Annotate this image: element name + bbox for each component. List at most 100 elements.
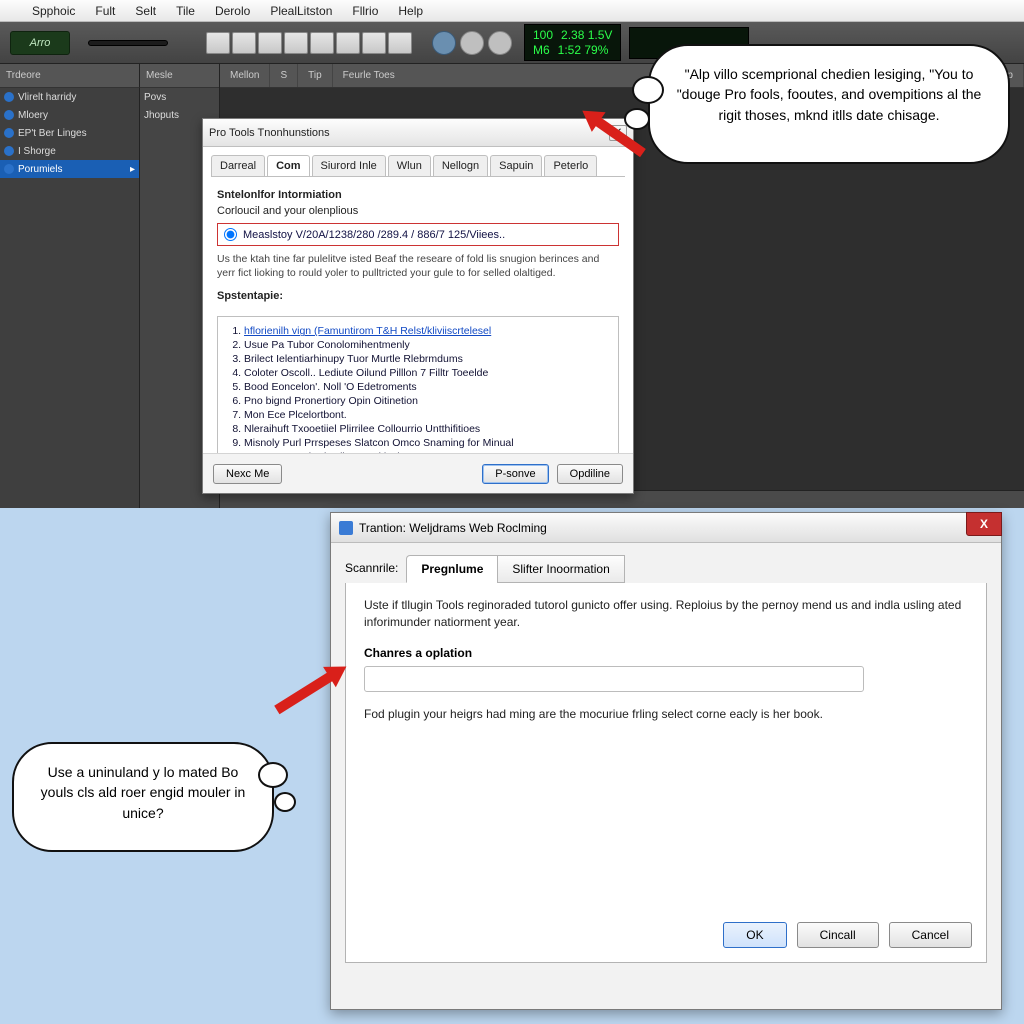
- callout-cloud: "Alp villo scemprional chedien lesiging,…: [648, 44, 1010, 164]
- tool-button[interactable]: [206, 32, 230, 54]
- mix-label: Povs: [144, 92, 166, 103]
- tab[interactable]: Siurord Inle: [312, 155, 386, 176]
- callout-cloud: Use a uninuland y lo mated Bo youls cls …: [12, 742, 274, 852]
- mix-item[interactable]: Povs: [140, 88, 219, 106]
- dialog-title: Trantion: Weljdrams Web Roclming: [359, 521, 547, 535]
- track-row[interactable]: Porumiels ▸: [0, 160, 139, 178]
- app-icon: [339, 521, 353, 535]
- dialog-buttons: OK Cincall Cancel: [723, 922, 972, 948]
- ruler-label: S: [270, 64, 298, 87]
- transport-controls: [432, 31, 512, 55]
- menu-item[interactable]: Derolo: [205, 4, 260, 18]
- stop-icon[interactable]: [460, 31, 484, 55]
- tool-button[interactable]: [362, 32, 386, 54]
- cancel-button[interactable]: Cancel: [889, 922, 972, 948]
- list-item[interactable]: hflorienilh vign (Famuntirom T&H Relst/k…: [244, 325, 612, 337]
- list-item[interactable]: Bood Eoncelon'. Noll 'O Edetroments: [244, 381, 612, 393]
- lcd-value: 2.38 1.5V: [561, 28, 612, 42]
- callout-text: Use a uninuland y lo mated Bo youls cls …: [41, 764, 246, 821]
- chevron-right-icon: ▸: [130, 164, 135, 175]
- link[interactable]: hflorienilh vign (Famuntirom T&H Relst/k…: [244, 325, 491, 337]
- tool-button[interactable]: [336, 32, 360, 54]
- app-brand: Arro: [10, 31, 70, 55]
- list-item[interactable]: Brilect Ielentiarhinupy Tuor Murtle Rleb…: [244, 353, 612, 365]
- list-item[interactable]: Coloter Oscoll.. Lediute Oilund Pilllon …: [244, 367, 612, 379]
- list-item[interactable]: Nleraihuft Txooetiiel Plirrilee Collourr…: [244, 423, 612, 435]
- save-button[interactable]: P-sonve: [482, 464, 548, 484]
- track-label: EP't Ber Linges: [18, 128, 87, 139]
- list-item[interactable]: Misnoly Purl Prrspeses Slatcon Omco Snam…: [244, 437, 612, 449]
- highlighted-option[interactable]: Measlstoy V/20A/1238/280 /289.4 / 886/7 …: [217, 223, 619, 246]
- tool-button[interactable]: [284, 32, 308, 54]
- section-sub: Corloucil and your olenplious: [217, 205, 619, 217]
- tab[interactable]: Pregnlume: [406, 555, 498, 583]
- intro-text: Uste if tllugin Tools reginoraded tutoro…: [364, 597, 968, 632]
- track-row[interactable]: I Shorge: [0, 142, 139, 160]
- ok-button[interactable]: OK: [723, 922, 786, 948]
- tab[interactable]: Sapuin: [490, 155, 542, 176]
- track-label: I Shorge: [18, 146, 56, 157]
- track-color-icon: [4, 110, 14, 120]
- tool-button[interactable]: [232, 32, 256, 54]
- play-icon[interactable]: [432, 31, 456, 55]
- ruler-label: Mellon: [220, 64, 270, 87]
- list-item[interactable]: Usue Pa Tubor Conolomihentmenly: [244, 339, 612, 351]
- track-row[interactable]: Vlirelt harridy: [0, 88, 139, 106]
- mix-label: Jhoputs: [144, 110, 179, 121]
- tool-button[interactable]: [258, 32, 282, 54]
- tool-cluster: [206, 32, 412, 54]
- callout-text: "Alp villo scemprional chedien lesiging,…: [677, 66, 982, 123]
- track-row[interactable]: Mloery: [0, 106, 139, 124]
- track-color-icon: [4, 92, 14, 102]
- tab[interactable]: Slifter Inoormation: [497, 555, 624, 583]
- section-heading: Spstentapie:: [217, 290, 619, 302]
- menu-item[interactable]: PlealLitston: [260, 4, 342, 18]
- section-heading: Sntelonlfor Intormiation: [217, 189, 619, 201]
- dialog-tabs: Scannrile: Pregnlume Slifter Inoormation: [345, 555, 987, 583]
- radio-input[interactable]: [224, 228, 237, 241]
- track-label: Mloery: [18, 110, 48, 121]
- dialog-title: Pro Tools Tnonhunstions: [209, 127, 330, 139]
- dialog-titlebar: Trantion: Weljdrams Web Roclming: [331, 513, 1001, 543]
- pro-tools-info-dialog: Pro Tools Tnonhunstions ✕ Darreal Com Si…: [202, 118, 634, 494]
- cincall-button[interactable]: Cincall: [797, 922, 879, 948]
- record-icon[interactable]: [488, 31, 512, 55]
- menu-item[interactable]: Spphoic: [22, 4, 85, 18]
- menu-item[interactable]: Fult: [85, 4, 125, 18]
- tab[interactable]: Wlun: [388, 155, 431, 176]
- menu-item[interactable]: Fllrio: [342, 4, 388, 18]
- next-button[interactable]: Nexc Me: [213, 464, 282, 484]
- track-row[interactable]: EP't Ber Linges: [0, 124, 139, 142]
- tab[interactable]: Com: [267, 155, 309, 176]
- text-input[interactable]: [364, 666, 864, 692]
- tool-button[interactable]: [310, 32, 334, 54]
- track-color-icon: [4, 128, 14, 138]
- menu-item[interactable]: Tile: [166, 4, 205, 18]
- close-icon[interactable]: X: [966, 512, 1002, 536]
- tab[interactable]: Peterlo: [544, 155, 597, 176]
- field-label: Chanres a oplation: [364, 646, 968, 660]
- menubar: Spphoic Fult Selt Tile Derolo PlealLitst…: [0, 0, 1024, 22]
- tabs-label: Scannrile:: [345, 555, 406, 583]
- ruler-label: Tip: [298, 64, 333, 87]
- topic-listbox[interactable]: hflorienilh vign (Famuntirom T&H Relst/k…: [217, 316, 619, 466]
- section: Sntelonlfor Intormiation Corloucil and y…: [203, 177, 633, 312]
- tool-button[interactable]: [388, 32, 412, 54]
- list-item[interactable]: Mon Ece Plcelortbont.: [244, 409, 612, 421]
- counter-display: 1002.38 1.5V M61:52 79%: [524, 24, 621, 61]
- track-label: Vlirelt harridy: [18, 92, 76, 103]
- decline-button[interactable]: Opdiline: [557, 464, 623, 484]
- tab[interactable]: Darreal: [211, 155, 265, 176]
- mix-header: Mesle: [140, 64, 219, 88]
- dialog-tabs: Darreal Com Siurord Inle Wlun Nellogn Sa…: [211, 155, 625, 177]
- tracks-header: Trdeore: [0, 64, 140, 88]
- track-label: Porumiels: [18, 164, 62, 175]
- menu-item[interactable]: Help: [388, 4, 433, 18]
- list-item[interactable]: Pno bignd Pronertiory Opin Oitinetion: [244, 395, 612, 407]
- tab[interactable]: Nellogn: [433, 155, 488, 176]
- level-meter: [88, 40, 168, 46]
- tab-pane: Uste if tllugin Tools reginoraded tutoro…: [345, 583, 987, 963]
- menu-item[interactable]: Selt: [125, 4, 166, 18]
- web-roaming-dialog: Trantion: Weljdrams Web Roclming X Scann…: [330, 512, 1002, 1010]
- hint-text: Fod plugin your heigrs had ming are the …: [364, 706, 968, 723]
